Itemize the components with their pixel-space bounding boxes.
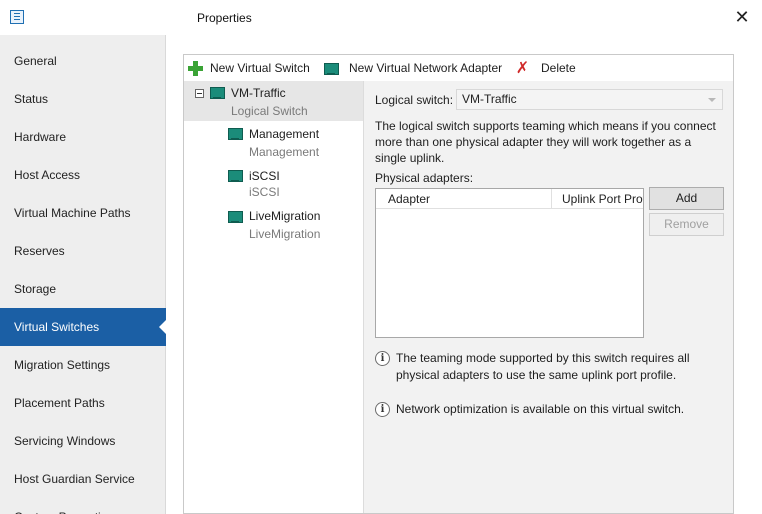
switch-tree: VM-Traffic Logical Switch Management Man… xyxy=(184,81,364,513)
logical-switch-value: VM-Traffic xyxy=(462,92,517,106)
network-adapter-icon xyxy=(324,62,340,75)
physical-adapters-label: Physical adapters: xyxy=(375,171,474,185)
tree-node-title: Management xyxy=(249,127,320,141)
new-virtual-switch-label: New Virtual Switch xyxy=(210,61,310,75)
nav-item-virtual-switches[interactable]: Virtual Switches xyxy=(0,308,167,346)
nav-item-hardware[interactable]: Hardware xyxy=(0,118,166,156)
nav-item-reserves[interactable]: Reserves xyxy=(0,232,166,270)
tree-node-subtitle: iSCSI xyxy=(249,185,280,199)
tree-node-title: VM-Traffic xyxy=(231,86,286,100)
info-icon: i xyxy=(375,351,390,366)
tree-node-title: iSCSI xyxy=(249,169,280,183)
title-bar: Properties ✕ xyxy=(0,0,762,35)
info-icon: i xyxy=(375,402,390,417)
tree-node-subtitle: LiveMigration xyxy=(249,227,321,241)
nav-item-placement-paths[interactable]: Placement Paths xyxy=(0,384,166,422)
window-title: Properties xyxy=(197,11,252,25)
logical-switch-label: Logical switch: xyxy=(375,93,454,107)
delete-button[interactable]: ✗ Delete xyxy=(515,59,576,77)
column-header-adapter[interactable]: Adapter xyxy=(388,189,548,209)
collapse-expander-icon[interactable] xyxy=(195,89,204,98)
nav-item-migration-settings[interactable]: Migration Settings xyxy=(0,346,166,384)
network-adapter-icon xyxy=(228,210,244,223)
delete-label: Delete xyxy=(541,61,576,75)
close-button[interactable]: ✕ xyxy=(730,6,754,30)
add-button[interactable]: Add xyxy=(649,187,724,210)
network-adapter-icon xyxy=(228,127,244,140)
physical-adapters-list[interactable]: Adapter Uplink Port Profile xyxy=(375,188,644,338)
nav-item-servicing-windows[interactable]: Servicing Windows xyxy=(0,422,166,460)
virtual-switches-panel: New Virtual Switch New Virtual Network A… xyxy=(183,54,734,514)
switch-details: Logical switch: VM-Traffic The logical s… xyxy=(364,81,733,513)
network-adapter-icon xyxy=(228,169,244,182)
navigation-sidebar: General Status Hardware Host Access Virt… xyxy=(0,35,167,514)
optimization-info-text: Network optimization is available on thi… xyxy=(396,402,685,416)
teaming-info-text: The teaming mode supported by this switc… xyxy=(396,351,690,382)
column-separator[interactable] xyxy=(551,189,552,209)
tree-node-title: LiveMigration xyxy=(249,209,321,223)
remove-button[interactable]: Remove xyxy=(649,213,724,236)
nav-item-host-access[interactable]: Host Access xyxy=(0,156,166,194)
new-virtual-switch-button[interactable]: New Virtual Switch xyxy=(188,59,310,77)
nav-item-custom-properties[interactable]: Custom Properties xyxy=(0,498,166,514)
logical-switch-icon xyxy=(210,86,226,99)
chevron-down-icon xyxy=(708,98,716,102)
new-virtual-network-adapter-button[interactable]: New Virtual Network Adapter xyxy=(324,59,502,77)
new-virtual-network-adapter-label: New Virtual Network Adapter xyxy=(349,61,503,75)
add-icon xyxy=(188,60,203,76)
tree-node-subtitle: Logical Switch xyxy=(231,104,308,118)
properties-window-icon xyxy=(10,10,24,24)
teaming-description: The logical switch supports teaming whic… xyxy=(375,119,716,165)
nav-item-virtual-machine-paths[interactable]: Virtual Machine Paths xyxy=(0,194,166,232)
nav-item-status[interactable]: Status xyxy=(0,80,166,118)
tree-node-vm-traffic[interactable]: VM-Traffic Logical Switch xyxy=(184,81,363,121)
toolbar: New Virtual Switch New Virtual Network A… xyxy=(184,55,733,81)
list-header: Adapter Uplink Port Profile xyxy=(376,189,643,209)
tree-node-subtitle: Management xyxy=(249,145,320,159)
logical-switch-select[interactable]: VM-Traffic xyxy=(456,89,723,110)
delete-x-icon: ✗ xyxy=(515,59,530,77)
nav-item-general[interactable]: General xyxy=(0,42,166,80)
column-header-uplink-port-profile[interactable]: Uplink Port Profile xyxy=(562,189,643,209)
nav-item-storage[interactable]: Storage xyxy=(0,270,166,308)
nav-item-host-guardian-service[interactable]: Host Guardian Service xyxy=(0,460,166,498)
